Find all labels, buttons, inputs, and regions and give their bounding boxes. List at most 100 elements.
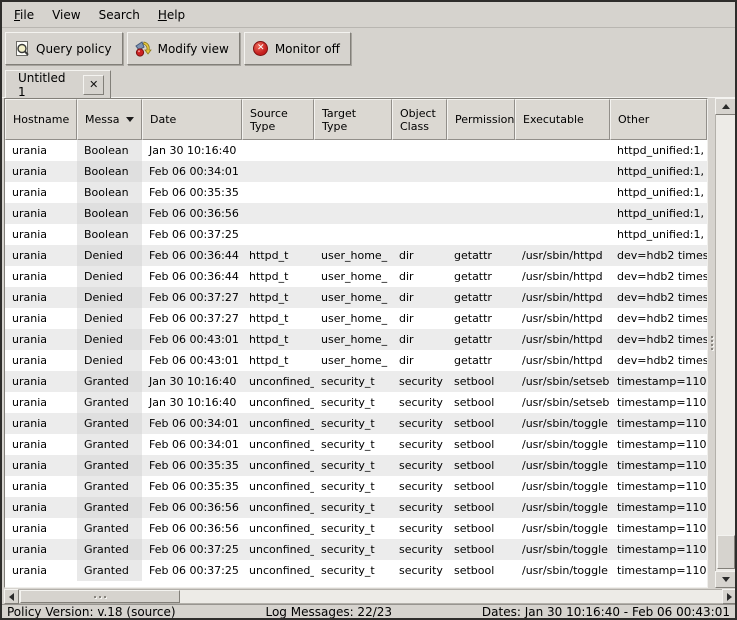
table-cell[interactable]: /usr/sbin/httpd <box>515 287 610 308</box>
table-cell[interactable]: security_t <box>314 434 392 455</box>
table-cell[interactable]: Denied <box>77 287 142 308</box>
table-cell[interactable]: /usr/sbin/httpd <box>515 308 610 329</box>
table-cell[interactable] <box>314 224 392 245</box>
table-cell[interactable]: Boolean <box>77 140 142 161</box>
table-cell[interactable]: setbool <box>447 371 515 392</box>
table-cell[interactable]: Granted <box>77 434 142 455</box>
table-cell[interactable]: urania <box>5 392 77 413</box>
table-cell[interactable]: Feb 06 00:36:56 <box>142 203 242 224</box>
table-cell[interactable]: user_home_ <box>314 266 392 287</box>
table-row[interactable]: uraniaGrantedFeb 06 00:37:25unconfined_s… <box>5 560 707 581</box>
table-cell[interactable]: setbool <box>447 455 515 476</box>
table-cell[interactable]: security <box>392 371 447 392</box>
table-cell[interactable]: unconfined_ <box>242 392 314 413</box>
scroll-up-button[interactable] <box>715 98 737 115</box>
table-cell[interactable]: urania <box>5 371 77 392</box>
table-cell[interactable]: Feb 06 00:35:35 <box>142 182 242 203</box>
table-cell[interactable]: timestamp=11076 <box>610 518 707 539</box>
monitor-off-button[interactable]: ✕ Monitor off <box>244 32 351 65</box>
query-policy-button[interactable]: Query policy <box>5 32 123 65</box>
table-cell[interactable]: setbool <box>447 560 515 581</box>
table-cell[interactable]: Feb 06 00:43:01 <box>142 350 242 371</box>
table-cell[interactable]: Denied <box>77 245 142 266</box>
table-row[interactable]: uraniaGrantedFeb 06 00:36:56unconfined_s… <box>5 518 707 539</box>
table-cell[interactable]: getattr <box>447 287 515 308</box>
table-cell[interactable]: Granted <box>77 455 142 476</box>
table-cell[interactable]: security <box>392 434 447 455</box>
table-cell[interactable]: /usr/sbin/toggle <box>515 413 610 434</box>
table-cell[interactable]: urania <box>5 560 77 581</box>
table-row[interactable]: uraniaGrantedFeb 06 00:36:56unconfined_s… <box>5 497 707 518</box>
table-cell[interactable]: unconfined_ <box>242 455 314 476</box>
table-cell[interactable]: httpd_t <box>242 266 314 287</box>
table-cell[interactable]: unconfined_ <box>242 434 314 455</box>
table-cell[interactable]: dev=hdb2 timesta <box>610 329 707 350</box>
table-cell[interactable]: Jan 30 10:16:40 <box>142 392 242 413</box>
table-cell[interactable] <box>515 203 610 224</box>
table-row[interactable]: uraniaDeniedFeb 06 00:36:44httpd_tuser_h… <box>5 245 707 266</box>
table-cell[interactable]: setbool <box>447 413 515 434</box>
table-cell[interactable]: urania <box>5 182 77 203</box>
modify-view-button[interactable]: Modify view <box>127 32 240 65</box>
table-cell[interactable] <box>447 203 515 224</box>
table-cell[interactable] <box>242 140 314 161</box>
pane-resize-handle[interactable] <box>708 98 715 588</box>
table-cell[interactable]: dev=hdb2 timesta <box>610 266 707 287</box>
menu-help[interactable]: Help <box>149 4 194 26</box>
table-cell[interactable]: Boolean <box>77 182 142 203</box>
table-row[interactable]: uraniaGrantedFeb 06 00:37:25unconfined_s… <box>5 539 707 560</box>
table-cell[interactable]: Feb 06 00:37:27 <box>142 308 242 329</box>
table-cell[interactable]: dev=hdb2 timesta <box>610 245 707 266</box>
column-header-permission[interactable]: Permission <box>447 99 515 140</box>
table-cell[interactable] <box>314 161 392 182</box>
table-cell[interactable]: dev=hdb2 timesta <box>610 287 707 308</box>
table-cell[interactable] <box>515 140 610 161</box>
table-cell[interactable]: Feb 06 00:37:25 <box>142 224 242 245</box>
table-cell[interactable]: urania <box>5 203 77 224</box>
menu-search[interactable]: Search <box>90 4 149 26</box>
table-cell[interactable]: timestamp=11076 <box>610 413 707 434</box>
table-cell[interactable]: urania <box>5 497 77 518</box>
table-cell[interactable]: timestamp=11071 <box>610 371 707 392</box>
table-cell[interactable]: setbool <box>447 434 515 455</box>
table-cell[interactable]: dev=hdb2 timesta <box>610 308 707 329</box>
table-cell[interactable]: Granted <box>77 371 142 392</box>
table-cell[interactable]: setbool <box>447 497 515 518</box>
table-cell[interactable]: Denied <box>77 350 142 371</box>
table-row[interactable]: uraniaDeniedFeb 06 00:43:01httpd_tuser_h… <box>5 329 707 350</box>
table-cell[interactable]: security_t <box>314 476 392 497</box>
table-cell[interactable]: urania <box>5 455 77 476</box>
table-cell[interactable]: Denied <box>77 329 142 350</box>
table-cell[interactable]: /usr/sbin/toggle <box>515 434 610 455</box>
table-row[interactable]: uraniaBooleanJan 30 10:16:40httpd_unifie… <box>5 140 707 161</box>
table-cell[interactable]: user_home_ <box>314 308 392 329</box>
table-cell[interactable]: Denied <box>77 266 142 287</box>
table-cell[interactable]: setbool <box>447 476 515 497</box>
table-cell[interactable]: security_t <box>314 455 392 476</box>
table-cell[interactable]: getattr <box>447 308 515 329</box>
table-cell[interactable]: dir <box>392 329 447 350</box>
table-cell[interactable]: security <box>392 497 447 518</box>
table-cell[interactable]: Granted <box>77 392 142 413</box>
table-row[interactable]: uraniaBooleanFeb 06 00:35:35httpd_unifie… <box>5 182 707 203</box>
table-cell[interactable]: /usr/sbin/toggle <box>515 518 610 539</box>
table-cell[interactable]: /usr/sbin/setseb <box>515 392 610 413</box>
table-cell[interactable]: httpd_unified:1, h <box>610 203 707 224</box>
table-cell[interactable]: urania <box>5 287 77 308</box>
table-cell[interactable]: httpd_t <box>242 245 314 266</box>
scroll-down-button[interactable] <box>715 571 737 588</box>
table-cell[interactable] <box>242 203 314 224</box>
table-cell[interactable]: Feb 06 00:35:35 <box>142 476 242 497</box>
table-cell[interactable]: unconfined_ <box>242 476 314 497</box>
table-cell[interactable]: setbool <box>447 539 515 560</box>
table-cell[interactable]: urania <box>5 350 77 371</box>
table-row[interactable]: uraniaGrantedFeb 06 00:35:35unconfined_s… <box>5 476 707 497</box>
table-cell[interactable]: getattr <box>447 329 515 350</box>
column-header-source-type[interactable]: Source Type <box>242 99 314 140</box>
table-cell[interactable]: security <box>392 539 447 560</box>
table-cell[interactable]: setbool <box>447 518 515 539</box>
table-cell[interactable]: unconfined_ <box>242 497 314 518</box>
table-cell[interactable]: security_t <box>314 539 392 560</box>
table-row[interactable]: uraniaBooleanFeb 06 00:34:01httpd_unifie… <box>5 161 707 182</box>
table-cell[interactable]: user_home_ <box>314 287 392 308</box>
